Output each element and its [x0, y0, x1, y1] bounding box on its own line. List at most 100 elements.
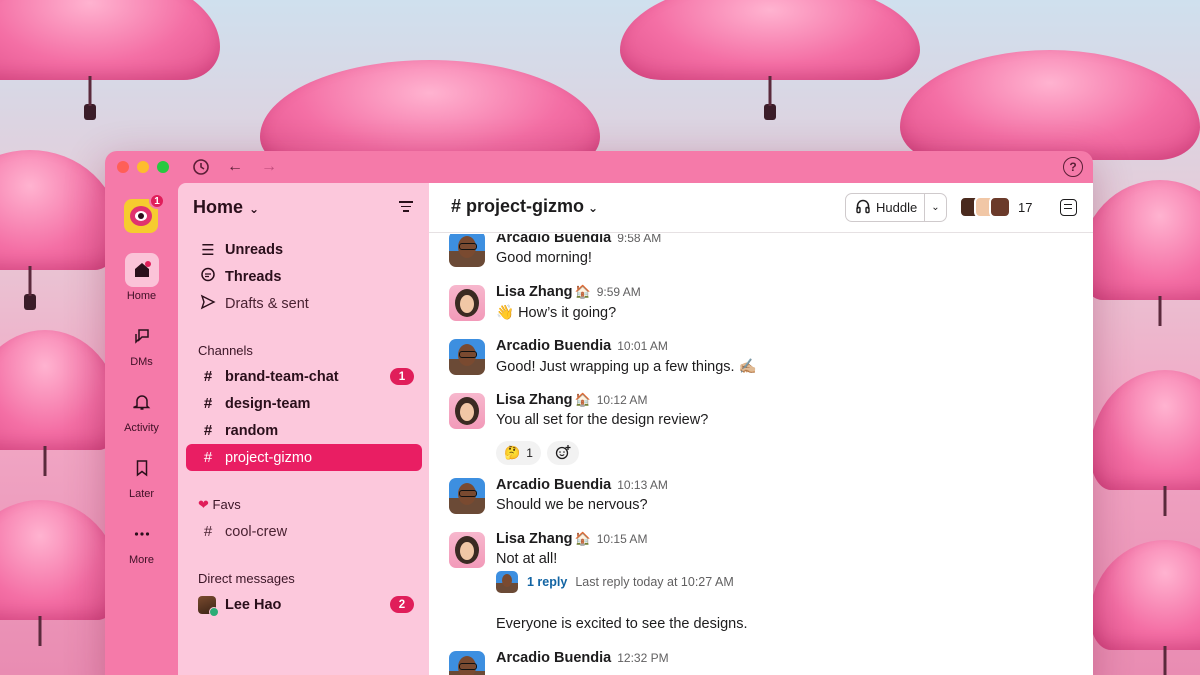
- message-author[interactable]: Arcadio Buendia: [496, 650, 611, 666]
- heart-icon: ❤: [198, 497, 209, 512]
- arrow-left-icon[interactable]: ←: [225, 157, 245, 177]
- unread-badge: 2: [390, 596, 414, 613]
- sidebar-item-label: Drafts & sent: [225, 295, 309, 312]
- bell-icon: [125, 385, 159, 419]
- avatar[interactable]: [449, 478, 485, 514]
- rail-later[interactable]: Later: [105, 451, 178, 500]
- message-time[interactable]: 12:32 PM: [617, 651, 668, 665]
- filter-icon[interactable]: [399, 201, 413, 215]
- minimize-window-button[interactable]: [137, 161, 149, 173]
- huddle-button[interactable]: Huddle ⌄: [845, 193, 947, 222]
- message-text: You all set for the design review?: [496, 412, 709, 428]
- message-time[interactable]: 10:13 AM: [617, 478, 668, 492]
- rail-home[interactable]: Home: [105, 253, 178, 302]
- status-emoji: 🏠: [574, 531, 591, 546]
- message-author[interactable]: Lisa Zhang: [496, 392, 573, 408]
- status-emoji: 🏠: [574, 284, 591, 299]
- rail-more-label: More: [128, 554, 155, 566]
- message-time[interactable]: 10:15 AM: [597, 532, 648, 546]
- chevron-down-icon: ⌄: [588, 201, 599, 215]
- channel-pane: # project-gizmo ⌄ Huddle ⌄ 17 Arcadio Bue…: [429, 183, 1093, 675]
- avatar: [198, 595, 219, 617]
- avatar[interactable]: [449, 532, 485, 568]
- add-reaction-button[interactable]: [546, 441, 579, 465]
- rail-home-label: Home: [126, 290, 157, 302]
- message-text: Good! Just wrapping up a few things. ✍🏼: [496, 359, 757, 375]
- channel-name: project-gizmo: [225, 449, 313, 466]
- sidebar-item-design-team[interactable]: # design-team: [186, 390, 422, 417]
- canvas-icon[interactable]: [1060, 199, 1077, 216]
- avatar: [496, 571, 518, 593]
- home-icon: [124, 253, 159, 287]
- maximize-window-button[interactable]: [157, 161, 169, 173]
- workspace-badge: 1: [149, 193, 165, 209]
- rail-dms-label: DMs: [130, 356, 153, 368]
- clock-icon[interactable]: [191, 157, 211, 177]
- avatar[interactable]: [449, 234, 485, 267]
- thread-replies[interactable]: 1 reply Last reply today at 10:27 AM: [496, 571, 734, 593]
- dm-header[interactable]: Direct messages: [198, 571, 295, 586]
- more-icon: [125, 517, 159, 551]
- members-button[interactable]: 17: [959, 196, 1032, 218]
- sidebar-item-drafts[interactable]: Drafts & sent: [186, 290, 422, 317]
- channel-header: # project-gizmo ⌄ Huddle ⌄ 17: [429, 183, 1093, 233]
- rail-later-label: Later: [128, 488, 155, 500]
- sidebar-item-lee-hao[interactable]: Lee Hao 2: [186, 591, 422, 618]
- sidebar-item-random[interactable]: # random: [186, 417, 422, 444]
- last-reply-time: Last reply today at 10:27 AM: [575, 575, 734, 589]
- channel-name: design-team: [225, 395, 311, 412]
- unread-badge: 1: [390, 368, 414, 385]
- close-window-button[interactable]: [117, 161, 129, 173]
- help-icon[interactable]: ?: [1063, 157, 1083, 177]
- member-count: 17: [1018, 199, 1033, 215]
- message-author[interactable]: Arcadio Buendia: [496, 234, 611, 246]
- channel-name: brand-team-chat: [225, 368, 339, 385]
- sidebar-item-unreads[interactable]: ☰ Unreads: [186, 236, 422, 263]
- rail-dms[interactable]: DMs: [105, 319, 178, 368]
- app-window: ← → ? 1 Home DMs Activity Later More Hom…: [105, 151, 1093, 675]
- reactions: 🤔 1: [496, 441, 585, 465]
- channels-header[interactable]: Channels: [198, 343, 253, 358]
- hash-icon: #: [203, 368, 213, 385]
- message-text: Should we be nervous?: [496, 497, 648, 513]
- channel-title[interactable]: # project-gizmo ⌄: [451, 196, 598, 217]
- channel-name: random: [225, 422, 279, 439]
- sidebar-item-threads[interactable]: Threads: [186, 263, 422, 290]
- message-list: Arcadio Buendia 9:58 AM Good morning! Lis…: [429, 234, 1093, 675]
- avatar[interactable]: [449, 393, 485, 429]
- message-time[interactable]: 9:59 AM: [597, 285, 641, 299]
- sidebar-item-cool-crew[interactable]: # cool-crew: [186, 518, 422, 545]
- avatar[interactable]: [449, 651, 485, 675]
- message-time[interactable]: 10:12 AM: [597, 393, 648, 407]
- avatar[interactable]: [449, 285, 485, 321]
- reaction-count: 1: [526, 446, 533, 460]
- dms-icon: [125, 319, 159, 353]
- sidebar-item-project-gizmo[interactable]: # project-gizmo: [186, 444, 422, 471]
- hash-icon: #: [203, 422, 213, 439]
- sidebar-item-brand-team-chat[interactable]: # brand-team-chat 1: [186, 363, 422, 390]
- avatar[interactable]: [449, 339, 485, 375]
- favs-header[interactable]: ❤ Favs: [198, 497, 241, 513]
- rail-more[interactable]: More: [105, 517, 178, 566]
- sidebar-item-label: Threads: [225, 268, 282, 285]
- message-time[interactable]: 10:01 AM: [617, 339, 668, 353]
- reply-count-link[interactable]: 1 reply: [527, 575, 567, 589]
- channel-name: cool-crew: [225, 523, 288, 540]
- rail-activity[interactable]: Activity: [105, 385, 178, 434]
- message-author[interactable]: Lisa Zhang: [496, 284, 573, 300]
- message-time[interactable]: 9:58 AM: [617, 234, 661, 245]
- status-emoji: 🏠: [574, 392, 591, 407]
- hash-icon: #: [203, 395, 213, 412]
- sidebar-title[interactable]: Home ⌄: [193, 197, 259, 218]
- arrow-right-icon[interactable]: →: [259, 157, 279, 177]
- reaction-pill[interactable]: 🤔 1: [496, 441, 541, 465]
- titlebar: ← → ?: [105, 151, 1093, 183]
- message-author[interactable]: Arcadio Buendia: [496, 338, 611, 354]
- chevron-down-icon[interactable]: ⌄: [924, 194, 946, 221]
- unreads-icon: ☰: [201, 241, 215, 259]
- hash-icon: #: [203, 449, 213, 466]
- huddle-label: Huddle: [876, 200, 918, 215]
- message-author[interactable]: Arcadio Buendia: [496, 477, 611, 493]
- threads-icon: [198, 267, 218, 287]
- message-author[interactable]: Lisa Zhang: [496, 531, 573, 547]
